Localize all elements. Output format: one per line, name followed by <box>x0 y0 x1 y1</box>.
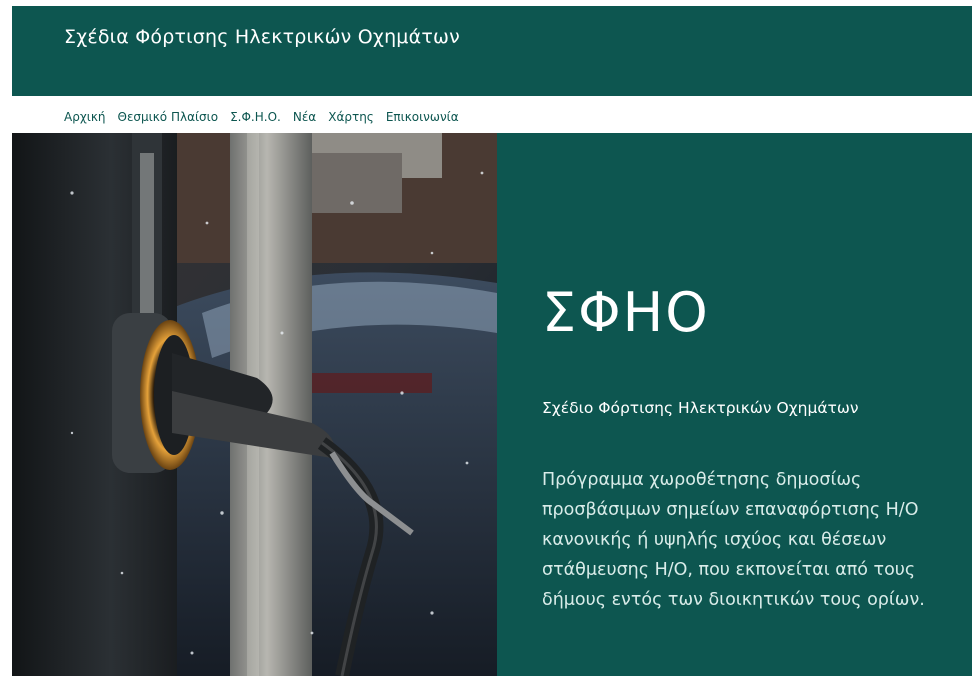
main-navigation: Αρχική Θεσμικό Πλαίσιο Σ.Φ.Η.Ο. Νέα Χάρτ… <box>12 96 972 133</box>
hero-section: ΣΦΗΟ Σχέδιο Φόρτισης Ηλεκτρικών Οχημάτων… <box>12 133 972 676</box>
site-header: Σχέδια Φόρτισης Ηλεκτρικών Οχημάτων <box>12 6 972 96</box>
nav-link-sfho[interactable]: Σ.Φ.Η.Ο. <box>230 110 281 124</box>
ev-charging-photo <box>12 133 497 676</box>
nav-link-home[interactable]: Αρχική <box>64 110 106 124</box>
nav-link-legal-framework[interactable]: Θεσμικό Πλαίσιο <box>118 110 219 124</box>
hero-description: Πρόγραμμα χωροθέτησης δημοσίως προσβάσιμ… <box>542 470 925 610</box>
hero-text-panel: ΣΦΗΟ Σχέδιο Φόρτισης Ηλεκτρικών Οχημάτων… <box>497 133 972 676</box>
nav-link-contact[interactable]: Επικοινωνία <box>386 110 459 124</box>
nav-link-news[interactable]: Νέα <box>293 110 316 124</box>
nav-link-map[interactable]: Χάρτης <box>328 110 374 124</box>
nav-item-news: Νέα <box>293 106 316 125</box>
nav-item-map: Χάρτης <box>328 106 374 125</box>
nav-item-sfho: Σ.Φ.Η.Ο. <box>230 106 281 125</box>
hero-heading: ΣΦΗΟ <box>542 281 710 344</box>
nav-list: Αρχική Θεσμικό Πλαίσιο Σ.Φ.Η.Ο. Νέα Χάρτ… <box>64 106 459 125</box>
nav-item-contact: Επικοινωνία <box>386 106 459 125</box>
nav-item-legal-framework: Θεσμικό Πλαίσιο <box>118 106 219 125</box>
site-title-link[interactable]: Σχέδια Φόρτισης Ηλεκτρικών Οχημάτων <box>64 26 460 48</box>
page: Σχέδια Φόρτισης Ηλεκτρικών Οχημάτων Αρχι… <box>12 6 972 676</box>
hero-subtitle: Σχέδιο Φόρτισης Ηλεκτρικών Οχημάτων <box>542 399 859 417</box>
nav-item-home: Αρχική <box>64 106 106 125</box>
